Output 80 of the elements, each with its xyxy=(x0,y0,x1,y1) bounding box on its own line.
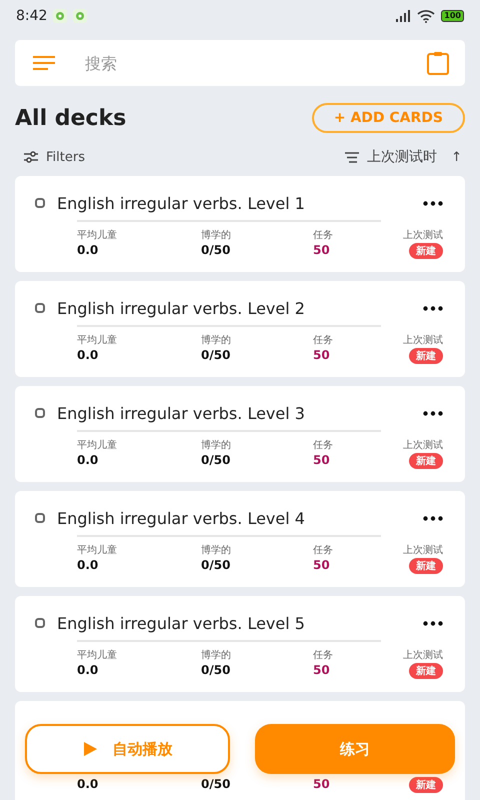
checkbox[interactable] xyxy=(35,198,45,208)
clipboard-icon[interactable] xyxy=(427,51,449,75)
stat-label: 任务 xyxy=(313,229,334,242)
app-notification-icon xyxy=(73,9,88,23)
stat-label: 博学的 xyxy=(201,438,232,452)
sort-icon[interactable] xyxy=(345,152,360,162)
stat-label: 平均儿童 xyxy=(77,648,118,662)
new-status: 新建 xyxy=(409,777,443,793)
checkbox[interactable] xyxy=(35,408,45,418)
more-icon[interactable] xyxy=(423,306,443,310)
new-status: 新建 xyxy=(409,243,443,259)
more-icon[interactable] xyxy=(423,516,443,520)
stat-label: 平均儿童 xyxy=(77,544,118,557)
stat-value: 0.0 xyxy=(77,348,100,362)
stat-label: 上次测试 xyxy=(403,544,443,557)
stat-label: 博学的 xyxy=(201,544,232,557)
deck-title: English irregular verbs. Level 4 xyxy=(57,508,306,528)
stat-value: 0/50 xyxy=(201,348,232,362)
play-icon xyxy=(82,741,98,757)
stat-value: 50 xyxy=(313,777,331,791)
clock: 8:42 xyxy=(16,8,48,24)
search-bar[interactable]: 搜索 xyxy=(15,40,465,86)
filters-label[interactable]: Filters xyxy=(46,150,85,164)
deck-card[interactable]: English irregular verbs. Level 5 平均儿童 0.0 博学的 0/50 任务 50 上次测试 新建 xyxy=(15,596,465,692)
stat-value: 0.0 xyxy=(77,453,100,467)
stat-label: 博学的 xyxy=(201,228,232,242)
stat-value: 50 xyxy=(313,348,331,362)
more-icon[interactable] xyxy=(423,410,443,416)
stat-label: 博学的 xyxy=(201,334,232,347)
stat-value: 0/50 xyxy=(201,243,232,257)
more-icon[interactable] xyxy=(423,200,443,206)
deck-card[interactable]: English irregular verbs. Level 4 平均儿童 0.0 博学的 0/50 任务 50 上次测试 新建 xyxy=(15,491,465,587)
deck-title: English irregular verbs. Level 3 xyxy=(57,404,306,422)
deck-card[interactable]: English irregular verbs. Level 2 平均儿童 0.0 博学的 0/50 任务 50 上次测试 新建 xyxy=(15,281,465,377)
checkbox[interactable] xyxy=(35,303,45,313)
stat-value: 0.0 xyxy=(77,777,100,791)
signal-icon xyxy=(395,10,412,22)
sort-arrow[interactable]: ↑ xyxy=(451,150,462,164)
new-status: 新建 xyxy=(409,558,443,574)
new-status: 新建 xyxy=(409,348,443,364)
stat-label: 平均儿童 xyxy=(77,228,118,242)
deck-title: English irregular verbs. Level 5 xyxy=(57,614,306,632)
app-notification-icon xyxy=(53,9,68,23)
wifi-icon xyxy=(417,10,436,22)
stat-value: 0/50 xyxy=(201,663,232,677)
stat-label: 任务 xyxy=(313,649,334,662)
stat-value: 0.0 xyxy=(77,243,100,257)
filter-icon[interactable] xyxy=(24,151,38,163)
stat-value: 50 xyxy=(313,453,331,467)
stat-label: 上次测试 xyxy=(403,228,443,242)
sort-label[interactable]: 上次测试时 xyxy=(367,148,438,166)
more-icon[interactable] xyxy=(423,620,443,626)
stat-label: 上次测试 xyxy=(403,648,443,662)
stat-label: 任务 xyxy=(313,544,334,557)
stat-label: 上次测试 xyxy=(403,334,443,347)
battery-level: 100 xyxy=(441,10,464,22)
deck-card[interactable]: English irregular verbs. Level 1 平均儿童 0.0 博学的 0/50 任务 50 上次测试 新建 xyxy=(15,176,465,272)
stat-label: 任务 xyxy=(313,439,334,452)
stat-value: 0/50 xyxy=(201,453,232,467)
stat-value: 50 xyxy=(313,558,331,572)
checkbox[interactable] xyxy=(35,618,45,628)
stat-value: 50 xyxy=(313,243,331,257)
deck-card[interactable]: English irregular verbs. Level 3 平均儿童 0.0 博学的 0/50 任务 50 上次测试 新建 xyxy=(15,386,465,482)
stat-value: 0.0 xyxy=(77,558,100,572)
search-field[interactable]: 搜索 xyxy=(83,52,427,74)
deck-title: English irregular verbs. Level 2 xyxy=(57,298,306,318)
stat-label: 平均儿童 xyxy=(77,438,118,452)
stat-label: 平均儿童 xyxy=(77,334,118,347)
stat-value: 50 xyxy=(313,663,331,677)
new-status: 新建 xyxy=(409,663,443,679)
stat-label: 上次测试 xyxy=(403,438,443,452)
checkbox[interactable] xyxy=(35,513,45,523)
stat-value: 0.0 xyxy=(77,663,100,677)
page-title: All decks xyxy=(15,106,126,130)
stat-value: 0/50 xyxy=(201,777,232,791)
stat-value: 0/50 xyxy=(201,558,232,572)
deck-title: English irregular verbs. Level 1 xyxy=(57,194,306,212)
new-status: 新建 xyxy=(409,453,443,469)
stat-label: 任务 xyxy=(313,334,334,347)
stat-label: 博学的 xyxy=(201,648,232,662)
